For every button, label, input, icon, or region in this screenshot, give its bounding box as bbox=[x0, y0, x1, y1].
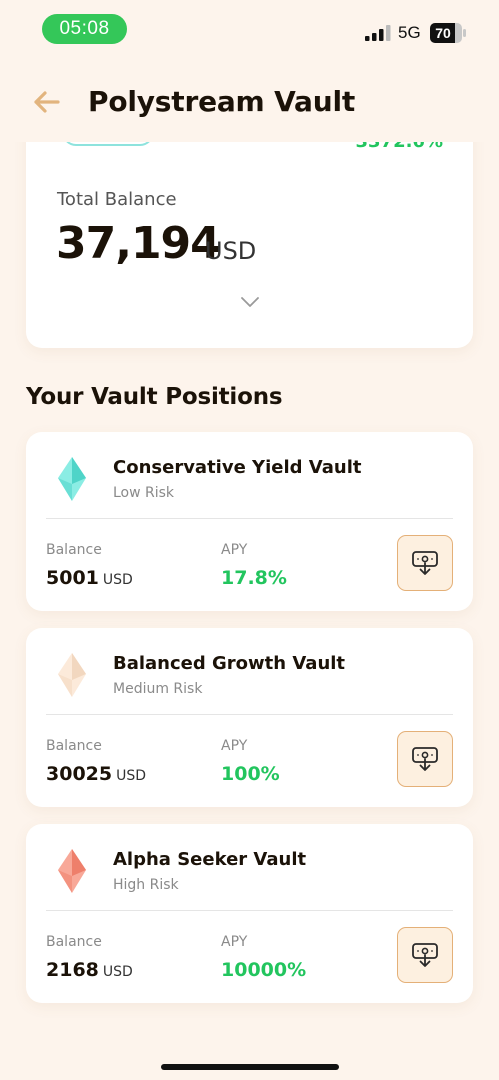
withdraw-button[interactable] bbox=[397, 731, 453, 787]
vault-balance-currency: USD bbox=[116, 768, 147, 784]
network-type: 5G bbox=[398, 23, 421, 42]
balance-label: Balance bbox=[46, 738, 102, 754]
withdraw-button[interactable] bbox=[397, 535, 453, 591]
apy-label: APY bbox=[221, 542, 248, 558]
apy-label: APY bbox=[221, 934, 248, 950]
arrow-left-icon bbox=[34, 91, 60, 113]
vault-balance-amount: 5001 bbox=[46, 567, 99, 589]
vault-apy: 10000% bbox=[221, 959, 307, 981]
vault-risk-level: Low Risk bbox=[113, 485, 175, 501]
total-balance-amount: 37,194 bbox=[56, 218, 221, 269]
chevron-down-icon bbox=[241, 297, 259, 307]
vault-balance: 5001 USD bbox=[46, 565, 133, 593]
status-bar: 05:08 5G 70 bbox=[0, 0, 499, 60]
status-time: 05:08 bbox=[42, 14, 127, 44]
withdraw-icon bbox=[412, 943, 438, 967]
vault-balance-currency: USD bbox=[102, 964, 133, 980]
total-balance-label: Total Balance bbox=[57, 189, 177, 210]
vault-balance-currency: USD bbox=[102, 572, 133, 588]
battery-level: 70 bbox=[435, 25, 451, 41]
vault-card[interactable]: Balanced Growth Vault Medium Risk Balanc… bbox=[26, 628, 473, 807]
vault-name: Alpha Seeker Vault bbox=[113, 849, 307, 870]
vault-card[interactable]: Alpha Seeker Vault High Risk Balance APY… bbox=[26, 824, 473, 1003]
vault-balance: 2168 USD bbox=[46, 957, 133, 985]
vault-apy: 17.8% bbox=[221, 567, 287, 589]
vault-balance-amount: 2168 bbox=[46, 959, 99, 981]
home-indicator[interactable] bbox=[161, 1064, 339, 1070]
withdraw-icon bbox=[412, 747, 438, 771]
withdraw-button[interactable] bbox=[397, 927, 453, 983]
total-balance-currency: USD bbox=[205, 237, 257, 265]
diamond-icon bbox=[58, 457, 86, 501]
vault-name: Balanced Growth Vault bbox=[113, 653, 346, 674]
diamond-icon bbox=[58, 849, 86, 893]
header: Polystream Vault bbox=[0, 70, 499, 142]
vault-list: Conservative Yield Vault Low Risk Balanc… bbox=[26, 432, 473, 1020]
vault-balance: 30025 USD bbox=[46, 761, 146, 789]
vault-name: Conservative Yield Vault bbox=[113, 457, 362, 478]
withdraw-icon bbox=[412, 551, 438, 575]
balance-summary-card: 3372.6% Total Balance 37,194 USD bbox=[26, 110, 473, 348]
diamond-icon bbox=[58, 653, 86, 697]
expand-details-button[interactable] bbox=[238, 294, 262, 310]
vault-risk-level: Medium Risk bbox=[113, 681, 203, 697]
balance-label: Balance bbox=[46, 934, 102, 950]
balance-label: Balance bbox=[46, 542, 102, 558]
divider bbox=[46, 518, 453, 519]
vault-balance-amount: 30025 bbox=[46, 763, 113, 785]
vault-risk-level: High Risk bbox=[113, 877, 179, 893]
section-title: Your Vault Positions bbox=[26, 384, 283, 410]
page-title: Polystream Vault bbox=[88, 85, 356, 118]
back-button[interactable] bbox=[26, 84, 70, 120]
vault-apy: 100% bbox=[221, 763, 280, 785]
cellular-signal-icon bbox=[365, 25, 391, 41]
vault-card[interactable]: Conservative Yield Vault Low Risk Balanc… bbox=[26, 432, 473, 611]
divider bbox=[46, 910, 453, 911]
divider bbox=[46, 714, 453, 715]
apy-label: APY bbox=[221, 738, 248, 754]
